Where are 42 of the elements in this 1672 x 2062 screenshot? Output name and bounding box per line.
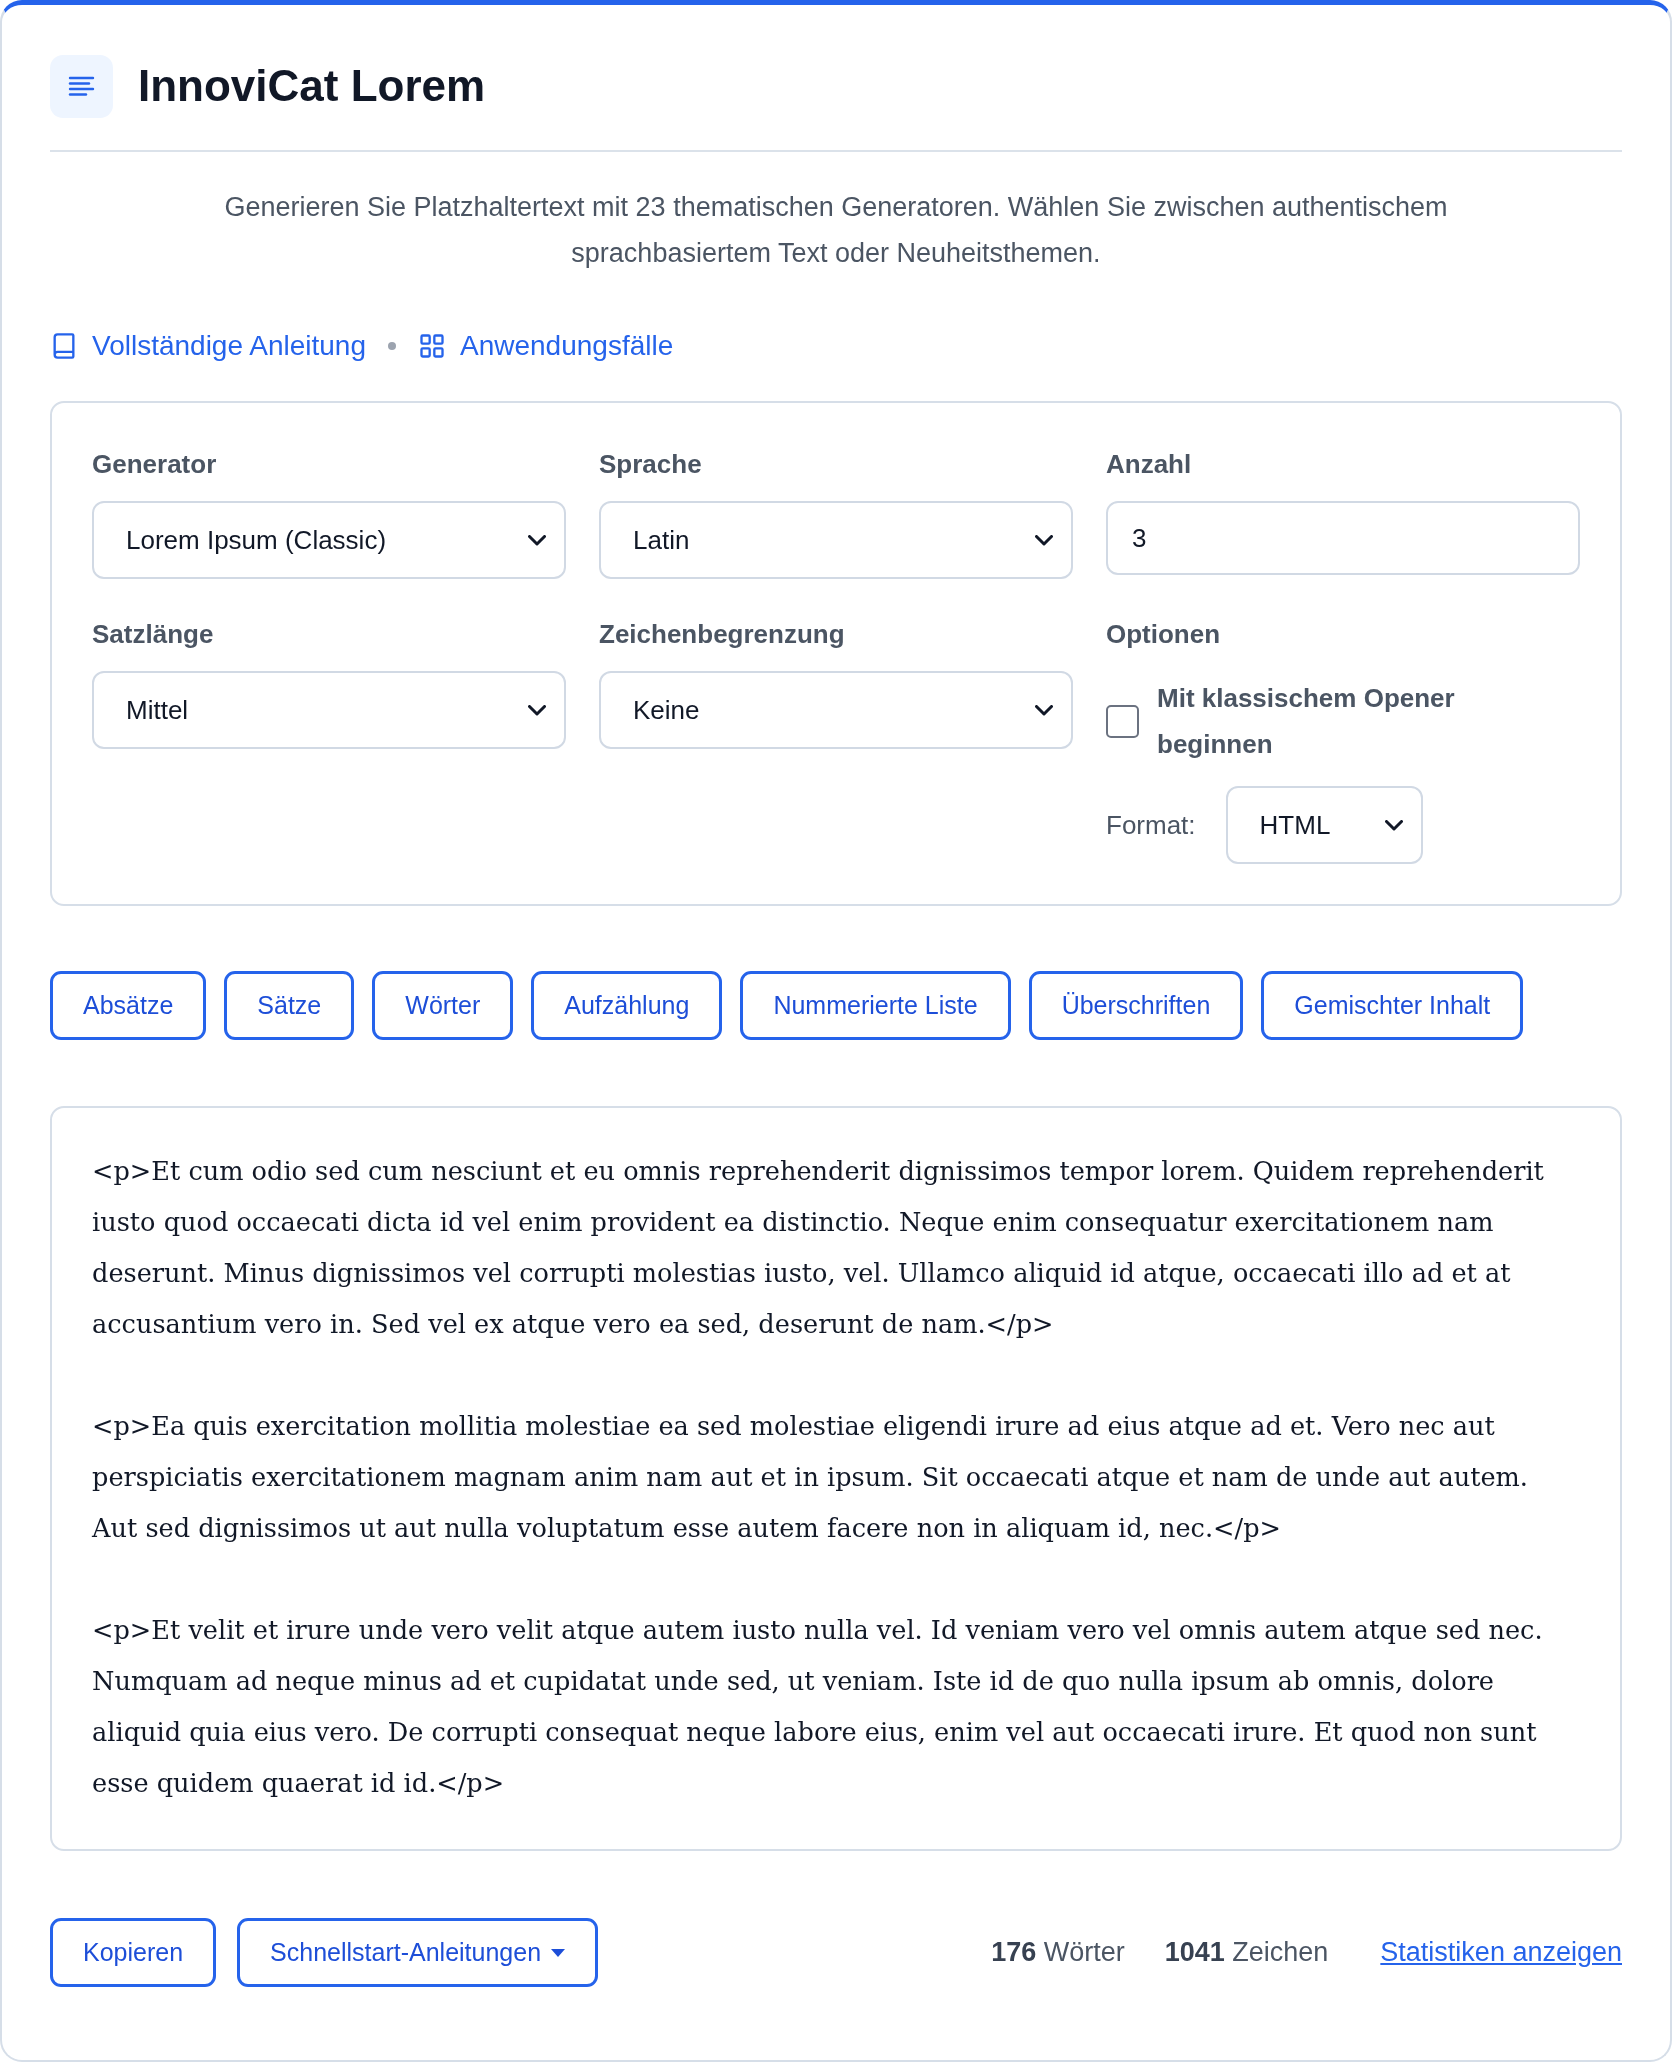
- content-type-button[interactable]: Aufzählung: [531, 971, 723, 1040]
- select-field[interactable]: Mittel: [92, 671, 566, 749]
- chevron-down-icon: [528, 704, 546, 716]
- select-field[interactable]: Keine: [599, 671, 1073, 749]
- stat-text: 176 Wörter: [991, 1937, 1125, 1968]
- field-label: Sprache: [599, 449, 703, 479]
- output-paragraph: <p>Et velit et irure unde vero velit atque autem iusto nulla vel. Id veniam vero vel omnis autem atque sed nec. Numquam ad neque minus ad et cupidatat unde sed, ut veniam. Iste id de quo nulla ipsum ab omnis, dolore aliquid quia eius vero. De corrupti consequat neque labore eius, enim vel aut occaecati irure. Et quod non sunt esse quidem quaerat id id.</p>: [92, 1614, 1544, 1800]
- chevron-down-icon: [1035, 534, 1053, 546]
- checkbox-label: Mit klassischem Opener beginnen: [1157, 682, 1456, 761]
- stat-text: 1041 Zeichen: [1164, 1937, 1329, 1968]
- field-label: Satzlänge: [92, 619, 215, 649]
- chevron-down-icon: [528, 534, 546, 546]
- separator-dot-icon: [388, 342, 396, 350]
- content-type-button[interactable]: Gemischter Inhalt: [1261, 971, 1524, 1040]
- field-label: Optionen: [1106, 619, 1222, 649]
- output-paragraph: <p>Et cum odio sed cum nesciunt et eu omnis reprehenderit dignissimos tempor lorem. Quidem reprehenderit iusto quod occaecati dicta id vel enim provident ea distinctio. Neque enim consequatur exercitationem nam deserunt. Minus dignissimos vel corrupti molestias iusto, vel. Ullamco aliquid id atque, occaecati illo ad et at accusantium vero in. Sed vel ex atque vero ea sed, deserunt de nam.</p>: [92, 1155, 1545, 1341]
- chevron-down-icon: [1384, 819, 1403, 831]
- output-paragraph: <p>Ea quis exercitation mollitia molestiae ea sed molestiae eligendi irure ad eius atque ad et. Vero nec aut perspiciatis exercitationem magnam anim nam aut et in ipsum. Sit occaecati atque et nam de unde aut autem. Aut sed dignissimos ut aut nulla voluptatum esse autem facere non in aliquam id, nec.</p>: [92, 1410, 1529, 1545]
- content-type-button[interactable]: Überschriften: [1028, 971, 1244, 1040]
- number-input[interactable]: 3: [1106, 501, 1580, 575]
- field-label: Zeichenbegrenzung: [599, 619, 846, 649]
- content-type-button[interactable]: Sätze: [224, 971, 355, 1040]
- guide-link[interactable]: Vollständige Anleitung: [50, 330, 366, 362]
- content-type-button[interactable]: Absätze: [50, 971, 207, 1040]
- select-field[interactable]: HTML: [1225, 786, 1423, 864]
- chevron-down-icon: [1035, 704, 1053, 716]
- select-field[interactable]: Lorem Ipsum (Classic): [92, 501, 566, 579]
- format-label: Format:: [1106, 809, 1196, 841]
- app-title: InnoviCat Lorem: [138, 60, 486, 113]
- content-type-button[interactable]: Nummerierte Liste: [740, 971, 1011, 1040]
- guide-link[interactable]: Anwendungsfälle: [418, 330, 674, 362]
- dropdown-button[interactable]: Schnellstart-Anleitungen: [237, 1918, 599, 1987]
- grid-icon: [418, 332, 446, 360]
- checkbox[interactable]: [1106, 704, 1139, 738]
- statistics-link[interactable]: Statistiken anzeigen: [1380, 1937, 1622, 1968]
- select-field[interactable]: Latin: [599, 501, 1073, 579]
- text-lines-icon: [50, 55, 113, 118]
- copy-button[interactable]: Kopieren: [50, 1918, 217, 1987]
- content-type-button[interactable]: Wörter: [372, 971, 514, 1040]
- description-text: Generieren Sie Platzhaltertext mit 23 thematischen Generatoren. Wählen Sie zwischen authentischem sprachbasiertem Text oder Neuheitsthemen.: [223, 191, 1449, 270]
- field-label: Anzahl: [1106, 449, 1193, 479]
- field-label: Generator: [92, 449, 218, 479]
